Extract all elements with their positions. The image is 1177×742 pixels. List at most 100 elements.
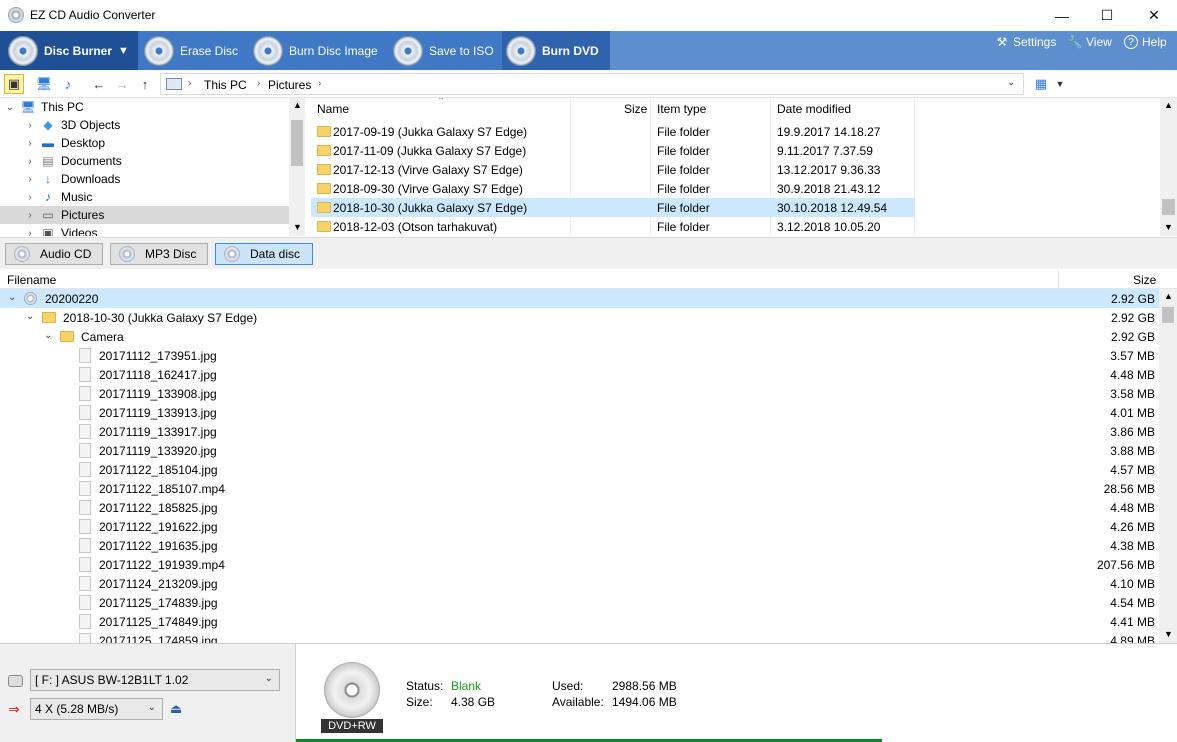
- content-scroll-thumb[interactable]: [1162, 307, 1174, 323]
- window-title: EZ CD Audio Converter: [30, 8, 156, 22]
- table-row[interactable]: 20171124_213209.jpg 4.10 MB: [0, 574, 1159, 593]
- forward-arrow-icon[interactable]: →: [112, 74, 132, 94]
- folder-home-icon[interactable]: ▣: [4, 74, 24, 94]
- file-name: 20171122_191635.jpg: [99, 539, 218, 553]
- breadcrumb-this-pc[interactable]: This PC: [204, 78, 247, 92]
- chevron-down-icon[interactable]: ⌄: [4, 102, 16, 113]
- chevron-right-icon[interactable]: ›: [24, 228, 36, 237]
- file-list-scroll-thumb[interactable]: [1162, 199, 1175, 215]
- view-button[interactable]: 🔧 View: [1068, 31, 1112, 53]
- chevron-down-icon[interactable]: ⌄: [8, 292, 16, 303]
- folder-row[interactable]: ⌄ 2018-10-30 (Jukka Galaxy S7 Edge) 2.92…: [0, 308, 1159, 327]
- column-date-modified[interactable]: Date modified: [777, 98, 851, 120]
- table-row[interactable]: 20171119_133917.jpg 3.86 MB: [0, 422, 1159, 441]
- tree-item-3d-objects[interactable]: › ◆ 3D Objects: [0, 116, 289, 134]
- write-speed-arrow-icon: ⇒: [8, 701, 20, 717]
- chevron-right-icon[interactable]: ›: [24, 210, 36, 221]
- column-filename[interactable]: Filename: [7, 273, 56, 287]
- tree-item-music[interactable]: › ♪ Music: [0, 188, 289, 206]
- list-item[interactable]: 2018-09-30 (Virve Galaxy S7 Edge) File f…: [311, 179, 915, 198]
- tree-item-pictures[interactable]: › ▭ Pictures: [0, 206, 289, 224]
- maximize-button[interactable]: ☐: [1084, 0, 1130, 31]
- drive-select[interactable]: [ F: ] ASUS BW-12B1LT 1.02 ⌄: [30, 669, 280, 691]
- item-date: 9.11.2017 7.37.59: [777, 144, 873, 158]
- burn-disc-image-button[interactable]: Burn Disc Image: [249, 31, 385, 70]
- table-row[interactable]: 20171122_185104.jpg 4.57 MB: [0, 460, 1159, 479]
- table-row[interactable]: 20171119_133913.jpg 4.01 MB: [0, 403, 1159, 422]
- up-arrow-icon[interactable]: ↑: [135, 74, 155, 94]
- tree-scrollbar[interactable]: ▲ ▼: [289, 98, 305, 236]
- close-button[interactable]: ✕: [1131, 0, 1177, 31]
- scroll-down-icon[interactable]: ▼: [1164, 629, 1173, 639]
- disc-type-tabs: Audio CD MP3 Disc Data disc: [0, 237, 1177, 269]
- view-mode-icon[interactable]: ▦: [1031, 74, 1051, 94]
- table-row[interactable]: 20171125_174839.jpg 4.54 MB: [0, 593, 1159, 612]
- chevron-right-icon[interactable]: ›: [24, 174, 36, 185]
- disc-root-row[interactable]: ⌄ 20200220 2.92 GB: [0, 289, 1159, 308]
- tab-label: Audio CD: [40, 247, 92, 261]
- status-value: Blank: [451, 679, 482, 693]
- list-item[interactable]: 2017-09-19 (Jukka Galaxy S7 Edge) File f…: [311, 122, 915, 141]
- chevron-right-icon[interactable]: ›: [24, 192, 36, 203]
- scroll-down-icon[interactable]: ▼: [1164, 222, 1173, 232]
- tree-item-downloads[interactable]: › ↓ Downloads: [0, 170, 289, 188]
- save-to-iso-button[interactable]: Save to ISO: [389, 31, 499, 70]
- chevron-right-icon[interactable]: ›: [24, 120, 36, 131]
- table-row[interactable]: 20171119_133920.jpg 3.88 MB: [0, 441, 1159, 460]
- tree-item-documents[interactable]: › ▤ Documents: [0, 152, 289, 170]
- scroll-up-icon[interactable]: ▲: [1164, 100, 1173, 110]
- table-row[interactable]: 20171112_173951.jpg 3.57 MB: [0, 346, 1159, 365]
- address-dropdown-icon[interactable]: ⌄: [1007, 77, 1015, 88]
- tree-item-this-pc[interactable]: ⌄ 🖥 This PC: [0, 98, 289, 116]
- music-folder-icon[interactable]: ♪: [58, 74, 78, 94]
- chevron-right-icon[interactable]: ›: [24, 156, 36, 167]
- tree-item-desktop[interactable]: › ▬ Desktop: [0, 134, 289, 152]
- list-item[interactable]: 2018-12-03 (Otson tarhakuvat) File folde…: [311, 217, 915, 236]
- content-scrollbar[interactable]: ▲ ▼: [1159, 289, 1177, 643]
- tree-item-videos[interactable]: › ▣ Videos: [0, 224, 289, 236]
- chevron-down-icon[interactable]: ⌄: [26, 311, 34, 322]
- breadcrumb-pictures[interactable]: Pictures: [268, 78, 311, 92]
- list-item-selected[interactable]: 2018-10-30 (Jukka Galaxy S7 Edge) File f…: [311, 198, 915, 217]
- chevron-right-icon[interactable]: ›: [24, 138, 36, 149]
- table-row[interactable]: 20171122_185107.mp4 28.56 MB: [0, 479, 1159, 498]
- disc-burner-menu[interactable]: Disc Burner ▼: [0, 31, 138, 70]
- table-row[interactable]: 20171119_133908.jpg 3.58 MB: [0, 384, 1159, 403]
- back-arrow-icon[interactable]: ←: [89, 74, 109, 94]
- available-label: Available:: [552, 695, 604, 709]
- table-row[interactable]: 20171122_185825.jpg 4.48 MB: [0, 498, 1159, 517]
- help-button[interactable]: ? Help: [1124, 31, 1167, 53]
- table-row[interactable]: 20171122_191635.jpg 4.38 MB: [0, 536, 1159, 555]
- tree-scroll-thumb[interactable]: [291, 120, 303, 166]
- sort-ascending-icon: ⌃: [437, 98, 446, 107]
- erase-disc-button[interactable]: Erase Disc: [140, 31, 244, 70]
- file-list-scrollbar[interactable]: ▲ ▼: [1160, 98, 1177, 236]
- table-row[interactable]: 20171118_162417.jpg 4.48 MB: [0, 365, 1159, 384]
- table-row[interactable]: 20171125_174859.jpg 4.89 MB: [0, 631, 1159, 643]
- column-size[interactable]: Size: [624, 98, 647, 120]
- tab-data-disc[interactable]: Data disc: [215, 243, 313, 265]
- column-item-type[interactable]: Item type: [657, 98, 706, 120]
- list-item[interactable]: 2017-12-13 (Virve Galaxy S7 Edge) File f…: [311, 160, 915, 179]
- minimize-button[interactable]: —: [1039, 0, 1085, 31]
- table-row[interactable]: 20171122_191939.mp4 207.56 MB: [0, 555, 1159, 574]
- computer-icon[interactable]: 🖥: [34, 74, 54, 94]
- scroll-down-icon[interactable]: ▼: [293, 222, 302, 232]
- table-row[interactable]: 20171125_174849.jpg 4.41 MB: [0, 612, 1159, 631]
- column-name[interactable]: Name: [317, 98, 349, 120]
- speed-select[interactable]: 4 X (5.28 MB/s) ⌄: [30, 698, 163, 720]
- tab-audio-cd[interactable]: Audio CD: [5, 243, 103, 265]
- view-mode-dropdown-icon[interactable]: ▼: [1050, 74, 1070, 94]
- address-bar[interactable]: › This PC › Pictures › ⌄: [160, 73, 1024, 95]
- table-row[interactable]: 20171122_191622.jpg 4.26 MB: [0, 517, 1159, 536]
- column-size[interactable]: Size: [1133, 273, 1156, 287]
- tab-mp3-disc[interactable]: MP3 Disc: [110, 243, 208, 265]
- burn-dvd-button[interactable]: Burn DVD: [502, 31, 610, 70]
- subfolder-row[interactable]: ⌄ Camera 2.92 GB: [0, 327, 1159, 346]
- eject-icon[interactable]: ⏏: [170, 701, 182, 717]
- chevron-down-icon[interactable]: ⌄: [44, 330, 52, 341]
- scroll-up-icon[interactable]: ▲: [293, 100, 302, 110]
- settings-button[interactable]: ⚒ Settings: [995, 31, 1057, 53]
- list-item[interactable]: 2017-11-09 (Jukka Galaxy S7 Edge) File f…: [311, 141, 915, 160]
- scroll-up-icon[interactable]: ▲: [1164, 291, 1173, 301]
